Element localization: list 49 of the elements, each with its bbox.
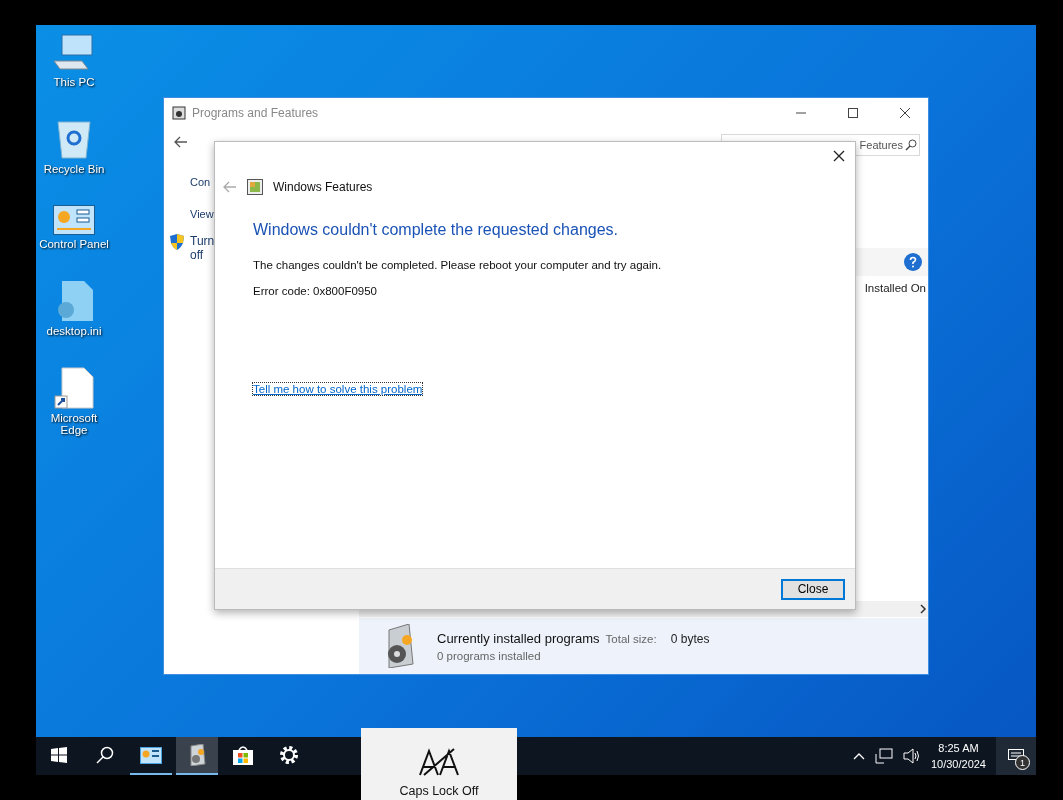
close-button[interactable]: Close [781, 578, 845, 600]
size-value: 0 bytes [670, 631, 710, 646]
recycle-bin-icon [56, 118, 92, 160]
taskbar-button[interactable] [176, 737, 218, 775]
control-panel-icon [140, 746, 162, 764]
window-title: Programs and Features [192, 106, 320, 120]
caps-lock-off-icon [418, 748, 460, 776]
desktop-icon-label[interactable]: Microsoft Edge [36, 412, 112, 436]
size-label: Total size: [605, 632, 657, 645]
control-panel-icon [53, 205, 95, 235]
shopping-bag-icon [232, 744, 254, 766]
clock-time[interactable]: 8:25 AM [938, 740, 979, 756]
sidebar-link[interactable]: Con [190, 176, 214, 188]
desktop-icon-label[interactable]: This PC [36, 76, 112, 88]
computer-icon [52, 33, 96, 73]
error-message: The changes couldn't be completed. Please reboot your computer and try again. [253, 259, 663, 271]
dialog-title: Windows Features [273, 180, 373, 194]
column-header[interactable]: Installed On [864, 282, 926, 294]
desktop-icon-label[interactable]: Recycle Bin [36, 163, 112, 175]
close-icon [900, 108, 910, 118]
program-count: 0 programs installed [437, 649, 542, 662]
chevron-up-icon[interactable] [852, 752, 865, 760]
windows-logo-icon [51, 747, 67, 763]
maximize-icon [848, 108, 858, 118]
notification-button[interactable]: 1 [996, 737, 1036, 775]
software-box-icon [172, 106, 186, 120]
help-icon[interactable] [904, 253, 922, 271]
clock-date[interactable]: 10/30/2024 [930, 756, 986, 772]
desktop-icon-label[interactable]: Control Panel [36, 238, 112, 250]
network-icon[interactable] [874, 748, 893, 764]
back-arrow-icon[interactable] [174, 136, 188, 148]
software-box-icon [187, 744, 207, 766]
search-icon [96, 746, 114, 764]
chevron-right-icon [918, 604, 928, 614]
caps-lock-label: Caps Lock Off [399, 784, 479, 798]
search-icon [905, 139, 917, 151]
desktop-icon-label[interactable]: desktop.ini [36, 325, 112, 337]
error-code: Error code: 0x800F0950 [253, 285, 379, 297]
shortcut-file-icon [54, 367, 94, 409]
notification-count: 1 [1015, 755, 1030, 770]
settings-icon [279, 745, 299, 765]
shield-icon [170, 234, 184, 250]
windows-features-icon [247, 179, 263, 195]
help-link[interactable]: Tell me how to solve this problem [253, 383, 423, 395]
details-title: Currently installed programs [437, 630, 600, 646]
error-heading: Windows couldn't complete the requested changes. [253, 221, 620, 239]
sidebar-link[interactable]: View [190, 208, 214, 220]
close-icon [833, 150, 845, 162]
speaker-icon[interactable] [902, 748, 921, 764]
